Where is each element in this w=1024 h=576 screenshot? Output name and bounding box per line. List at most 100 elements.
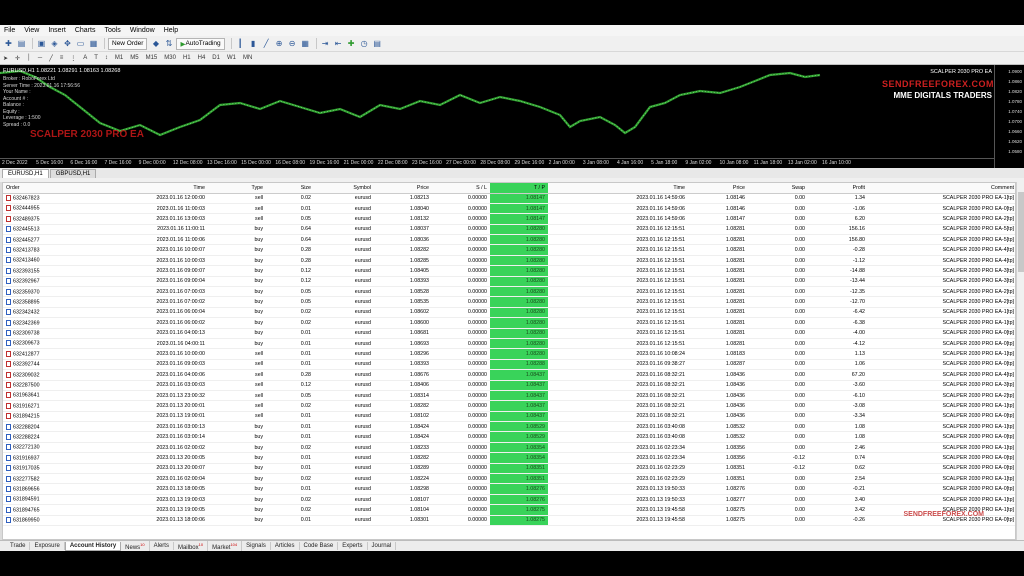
line-chart-icon[interactable]: ╱ bbox=[261, 38, 272, 50]
table-row[interactable]: 631963641 2023.01.13 23:00:32 sell 0.05 euru… bbox=[3, 390, 1015, 402]
scrollbar-thumb[interactable] bbox=[1018, 192, 1024, 272]
fibonacci-icon[interactable]: ⋮ bbox=[70, 55, 76, 62]
price-chart[interactable]: EURUSD,H1 1.08221 1.08291 1.08163 1.0826… bbox=[0, 65, 1024, 168]
menu-item-tools[interactable]: Tools bbox=[104, 27, 120, 34]
table-row[interactable]: 632444955 2023.01.16 11:00:03 sell 0.01 euru… bbox=[3, 203, 1015, 215]
col-take-profit[interactable]: T / P bbox=[490, 183, 548, 194]
trendline-icon[interactable]: ╱ bbox=[49, 55, 53, 62]
table-row[interactable]: 632287500 2023.01.16 03:00:03 sell 0.12 euru… bbox=[3, 380, 1015, 391]
col-close-time[interactable]: Time bbox=[548, 183, 688, 194]
col-close-price[interactable]: Price bbox=[688, 183, 748, 194]
tile-windows-icon[interactable]: ▦ bbox=[300, 38, 311, 50]
table-row[interactable]: 632272130 2023.01.16 02:00:02 buy 0.02 eurus… bbox=[3, 442, 1015, 454]
table-row[interactable]: 632393155 2023.01.16 09:00:07 buy 0.12 eurus… bbox=[3, 265, 1015, 277]
table-row[interactable]: 632445277 2023.01.16 11:00:06 buy 0.64 eurus… bbox=[3, 234, 1015, 246]
table-row[interactable]: 632342369 2023.01.16 06:00:02 buy 0.02 eurus… bbox=[3, 317, 1015, 329]
timeframe-m1[interactable]: M1 bbox=[115, 55, 123, 61]
metaeditor-icon[interactable]: ◆ bbox=[150, 38, 161, 50]
tab-trade[interactable]: Trade bbox=[6, 542, 31, 550]
indicators-icon[interactable]: ✚ bbox=[346, 38, 357, 50]
table-row[interactable]: 631916271 2023.01.13 20:00:01 sell 0.02 euru… bbox=[3, 400, 1015, 412]
chart-shift-icon[interactable]: ⇤ bbox=[333, 38, 344, 50]
col-swap[interactable]: Swap bbox=[748, 183, 808, 194]
table-row[interactable]: 632309673 2023.01.16 04:00:11 buy 0.01 eurus… bbox=[3, 338, 1015, 350]
table-row[interactable]: 632288224 2023.01.16 03:00:14 buy 0.01 eurus… bbox=[3, 431, 1015, 443]
col-stop-loss[interactable]: S / L bbox=[432, 183, 490, 194]
table-row[interactable]: 631894215 2023.01.13 19:00:01 sell 0.01 euru… bbox=[3, 411, 1015, 423]
table-row[interactable]: 632413460 2023.01.16 10:00:03 buy 0.28 eurus… bbox=[3, 255, 1015, 267]
table-row[interactable]: 632392967 2023.01.16 09:00:04 buy 0.12 eurus… bbox=[3, 276, 1015, 288]
candlestick-icon[interactable]: ▮ bbox=[248, 38, 259, 50]
table-row[interactable]: 631917035 2023.01.13 20:00:07 buy 0.01 eurus… bbox=[3, 463, 1015, 475]
table-row[interactable]: 632445513 2023.01.16 11:00:11 buy 0.64 eurus… bbox=[3, 224, 1015, 236]
table-row[interactable]: 632358895 2023.01.16 07:00:02 buy 0.05 eurus… bbox=[3, 296, 1015, 308]
templates-icon[interactable]: ▤ bbox=[372, 38, 383, 50]
tab-experts[interactable]: Experts bbox=[338, 542, 368, 550]
col-open-time[interactable]: Time bbox=[73, 183, 208, 194]
chart-tab-gbpusd-h1[interactable]: GBPUSD,H1 bbox=[49, 169, 97, 178]
horizontal-line-icon[interactable]: ─ bbox=[38, 55, 42, 61]
timeframe-m15[interactable]: M15 bbox=[146, 55, 158, 61]
bar-chart-icon[interactable]: ┃ bbox=[235, 38, 246, 50]
tab-mailbox[interactable]: Mailbox10 bbox=[174, 540, 209, 551]
navigator-icon[interactable]: ✥ bbox=[62, 38, 73, 50]
tab-signals[interactable]: Signals bbox=[242, 542, 271, 550]
tab-account-history[interactable]: Account History bbox=[64, 541, 122, 551]
timeframe-h1[interactable]: H1 bbox=[183, 55, 191, 61]
tab-market[interactable]: Market104 bbox=[208, 540, 243, 551]
chart-tab-eurusd-h1[interactable]: EURUSD,H1 bbox=[2, 169, 49, 178]
table-row[interactable]: 632413783 2023.01.16 10:00:07 buy 0.28 eurus… bbox=[3, 244, 1015, 256]
menu-item-help[interactable]: Help bbox=[164, 27, 178, 34]
table-row[interactable]: 632309738 2023.01.16 04:00:13 buy 0.01 eurus… bbox=[3, 328, 1015, 339]
table-row[interactable]: 632412877 2023.01.16 10:00:00 sell 0.01 euru… bbox=[3, 348, 1015, 360]
menu-item-window[interactable]: Window bbox=[130, 27, 155, 34]
col-profit[interactable]: Profit bbox=[808, 183, 868, 194]
vertical-line-icon[interactable]: │ bbox=[27, 55, 31, 61]
table-row[interactable]: 632288204 2023.01.16 03:00:13 buy 0.01 eurus… bbox=[3, 421, 1015, 433]
periods-icon[interactable]: ◷ bbox=[359, 38, 370, 50]
col-comment[interactable]: Comment bbox=[868, 183, 1015, 194]
tab-alerts[interactable]: Alerts bbox=[150, 542, 174, 550]
cursor-icon[interactable]: ➤ bbox=[3, 55, 8, 62]
zoom-in-icon[interactable]: ⊕ bbox=[274, 38, 285, 50]
table-row[interactable]: 632392744 2023.01.16 09:00:03 sell 0.01 euru… bbox=[3, 359, 1015, 371]
timeframe-m30[interactable]: M30 bbox=[164, 55, 176, 61]
timeframe-w1[interactable]: W1 bbox=[227, 55, 236, 61]
tab-news[interactable]: News10 bbox=[121, 540, 150, 551]
menu-item-file[interactable]: File bbox=[4, 27, 15, 34]
table-row[interactable]: 632342432 2023.01.16 06:00:04 buy 0.02 eurus… bbox=[3, 307, 1015, 319]
col-order[interactable]: Order bbox=[3, 183, 73, 194]
col-open-price[interactable]: Price bbox=[374, 183, 432, 194]
timeframe-mn[interactable]: MN bbox=[243, 55, 252, 61]
table-row[interactable]: 631916937 2023.01.13 20:00:05 buy 0.01 eurus… bbox=[3, 452, 1015, 464]
zoom-out-icon[interactable]: ⊖ bbox=[287, 38, 298, 50]
buy-sell-icon[interactable]: ⇅ bbox=[163, 38, 174, 50]
tab-exposure[interactable]: Exposure bbox=[30, 542, 65, 550]
crosshair-icon[interactable]: ✛ bbox=[15, 55, 20, 62]
table-row[interactable]: 632359370 2023.01.16 07:00:03 buy 0.05 eurus… bbox=[3, 286, 1015, 298]
tab-journal[interactable]: Journal bbox=[368, 542, 397, 550]
col-size[interactable]: Size bbox=[266, 183, 314, 194]
table-row[interactable]: 632489375 2023.01.16 13:00:03 sell 0.05 euru… bbox=[3, 213, 1015, 225]
menu-item-insert[interactable]: Insert bbox=[48, 27, 66, 34]
tab-code-base[interactable]: Code Base bbox=[300, 542, 339, 550]
new-order-button[interactable]: New Order bbox=[108, 37, 148, 50]
col-symbol[interactable]: Symbol bbox=[314, 183, 374, 194]
market-watch-icon[interactable]: ▣ bbox=[36, 38, 47, 50]
text-tool-icon[interactable]: A bbox=[83, 55, 87, 61]
autotrading-button[interactable]: ▶ AutoTrading bbox=[176, 37, 225, 50]
table-row[interactable]: 632467823 2023.01.16 12:00:00 sell 0.02 euru… bbox=[3, 193, 1015, 204]
timeframe-d1[interactable]: D1 bbox=[212, 55, 220, 61]
table-row[interactable]: 631869656 2023.01.13 18:00:05 buy 0.01 eurus… bbox=[3, 483, 1015, 495]
table-row[interactable]: 632277582 2023.01.16 02:00:04 buy 0.02 eurus… bbox=[3, 473, 1015, 485]
timeframe-m5[interactable]: M5 bbox=[130, 55, 138, 61]
channel-icon[interactable]: ≡ bbox=[60, 55, 64, 61]
menu-item-charts[interactable]: Charts bbox=[75, 27, 96, 34]
terminal-icon[interactable]: ▭ bbox=[75, 38, 86, 50]
menu-item-view[interactable]: View bbox=[24, 27, 39, 34]
table-row[interactable]: 632309032 2023.01.16 04:00:06 sell 0.28 euru… bbox=[3, 369, 1015, 381]
new-chart-icon[interactable]: ✚ bbox=[3, 38, 14, 50]
table-row[interactable]: 631894765 2023.01.13 19:00:05 buy 0.02 eurus… bbox=[3, 504, 1015, 516]
strategy-tester-icon[interactable]: ▦ bbox=[88, 38, 99, 50]
tab-articles[interactable]: Articles bbox=[271, 542, 300, 550]
